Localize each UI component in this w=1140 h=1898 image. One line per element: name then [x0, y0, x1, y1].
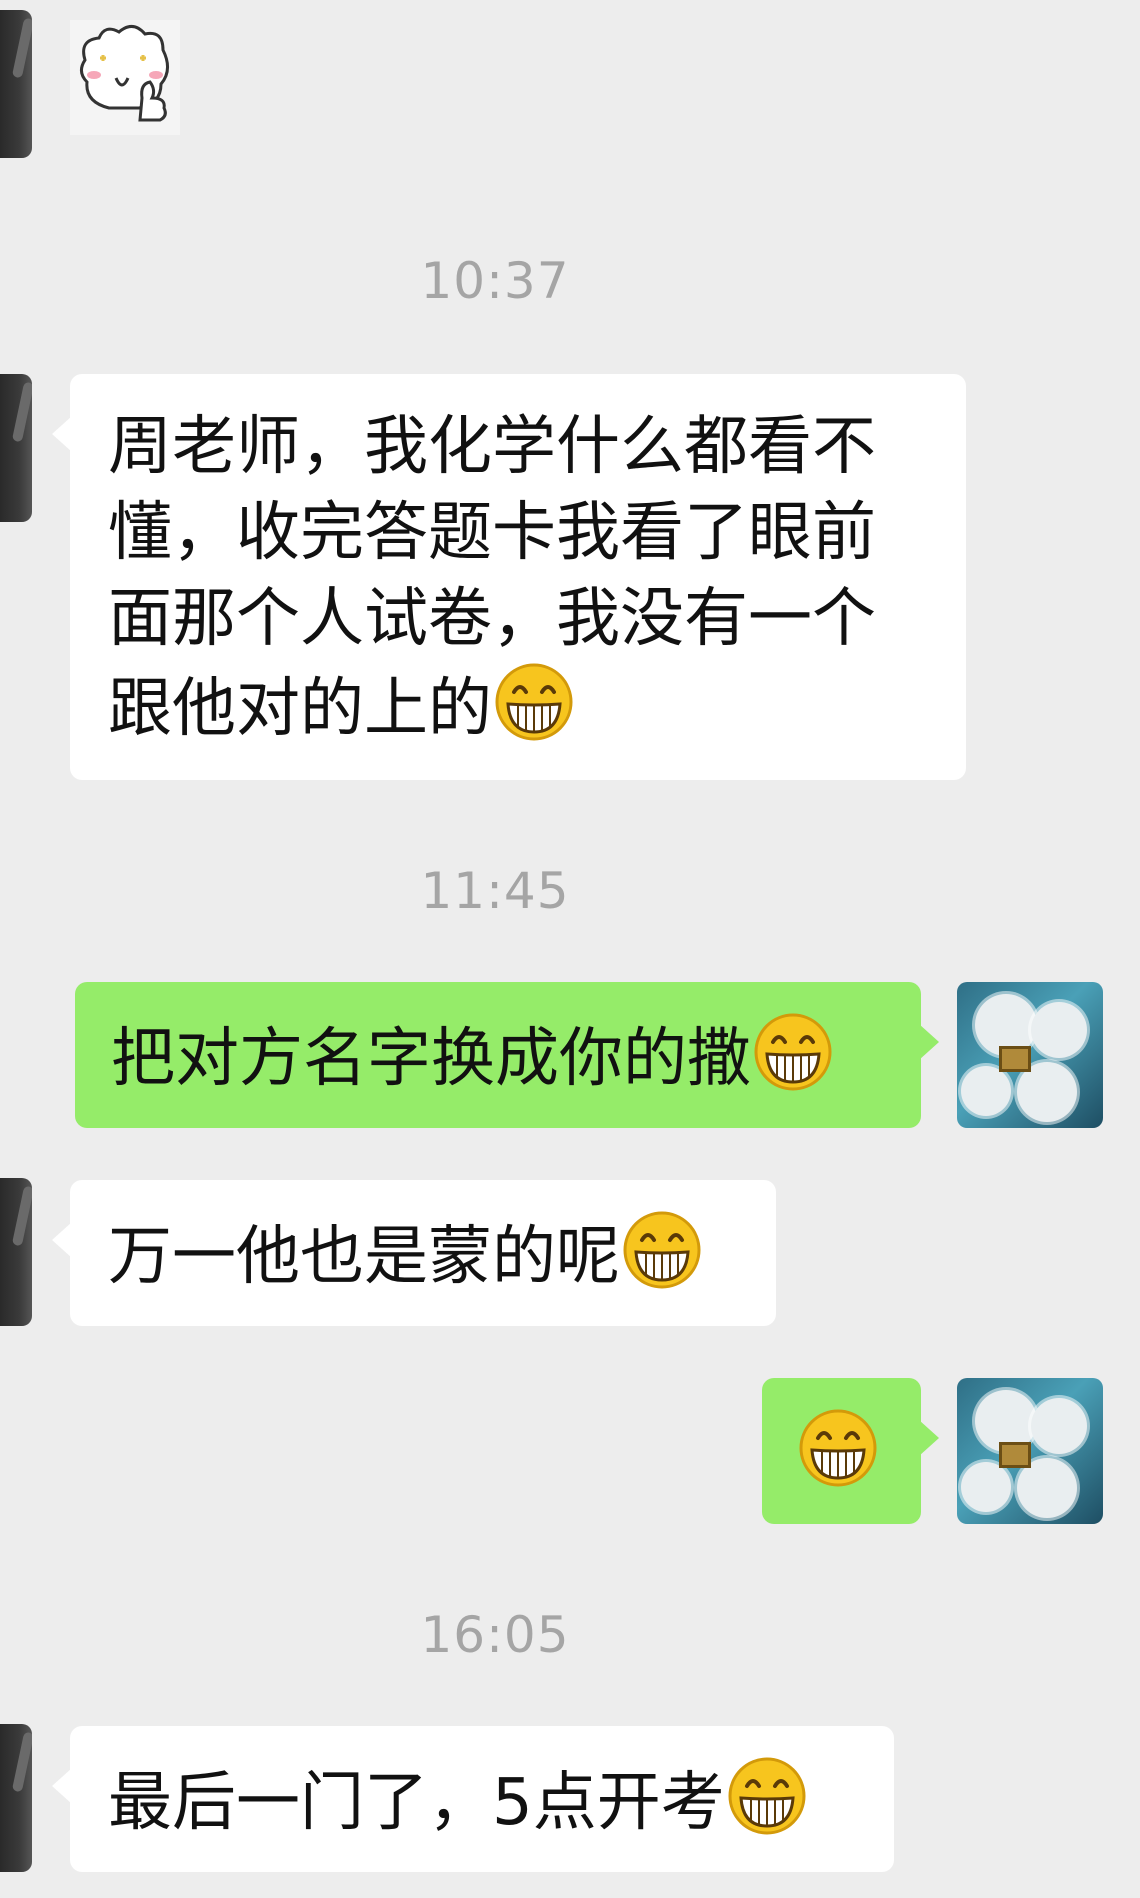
message-text: 最后一门了，5点开考 — [108, 1766, 725, 1840]
message-text: 周老师，我化学什么都看不 懂，收完答题卡我看了眼前 面那个人试卷，我没有一个 跟… — [108, 410, 876, 746]
my-avatar[interactable] — [957, 1378, 1103, 1524]
message-bubble-received[interactable]: 周老师，我化学什么都看不 懂，收完答题卡我看了眼前 面那个人试卷，我没有一个 跟… — [52, 374, 966, 780]
contact-avatar[interactable] — [0, 10, 32, 158]
message-bubble-sent[interactable]: 把对方名字换成你的撒 — [75, 982, 939, 1128]
message-text: 把对方名字换成你的撒 — [111, 1022, 751, 1096]
timestamp: 16:05 — [420, 1606, 570, 1664]
message-bubble-received[interactable]: 最后一门了，5点开考 — [52, 1726, 894, 1872]
contact-avatar[interactable] — [0, 374, 32, 522]
grin-emoji — [622, 1210, 702, 1290]
message-bubble-received[interactable]: 万一他也是蒙的呢 — [52, 1180, 776, 1326]
my-avatar[interactable] — [957, 982, 1103, 1128]
message-text: 万一他也是蒙的呢 — [108, 1220, 620, 1294]
grin-emoji — [727, 1756, 807, 1836]
bear-thumbs-up-sticker[interactable] — [70, 20, 180, 135]
message-bubble-sent[interactable] — [762, 1378, 939, 1524]
timestamp: 11:45 — [420, 862, 570, 920]
contact-avatar[interactable] — [0, 1178, 32, 1326]
grin-emoji — [753, 1012, 833, 1092]
grin-emoji — [798, 1408, 878, 1488]
grin-emoji — [494, 662, 574, 742]
contact-avatar[interactable] — [0, 1724, 32, 1872]
timestamp: 10:37 — [420, 252, 570, 310]
